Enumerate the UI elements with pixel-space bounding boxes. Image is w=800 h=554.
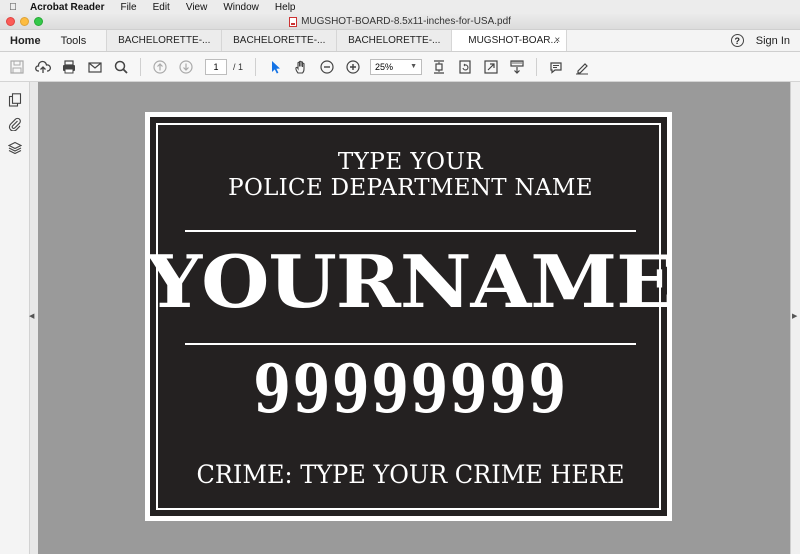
board-border-frame: TYPE YOUR POLICE DEPARTMENT NAME YOURNAM…	[146, 123, 676, 510]
pdf-file-icon	[289, 16, 298, 27]
tab-tools[interactable]: Tools	[51, 30, 107, 51]
hand-tool-icon[interactable]	[288, 56, 314, 78]
document-tab-3[interactable]: BACHELORETTE-...	[336, 30, 452, 51]
crime-text: CRIME: TYPE YOUR CRIME HERE	[196, 460, 625, 489]
zoom-out-icon[interactable]	[314, 56, 340, 78]
menu-view[interactable]: View	[178, 2, 216, 13]
fit-page-icon[interactable]	[426, 56, 452, 78]
toolbar: 1 / 1 25% ▼	[0, 52, 800, 82]
menu-file[interactable]: File	[112, 2, 144, 13]
divider-line	[185, 230, 636, 232]
attachments-icon[interactable]	[0, 112, 30, 136]
divider-line	[185, 343, 636, 345]
right-panel-rail: ▶	[790, 82, 800, 554]
tab-bar: Home Tools BACHELORETTE-... BACHELORETTE…	[0, 30, 800, 52]
rotate-page-icon[interactable]	[452, 56, 478, 78]
help-icon[interactable]: ?	[730, 34, 744, 47]
page-number-input[interactable]: 1	[205, 58, 227, 75]
window-title-bar: MUGSHOT-BOARD-8.5x11-inches-for-USA.pdf	[0, 14, 800, 30]
zoom-value: 25%	[375, 61, 394, 72]
comment-icon[interactable]	[543, 56, 569, 78]
close-window-button[interactable]	[6, 17, 15, 26]
search-icon[interactable]	[108, 56, 134, 78]
menu-app-name[interactable]: Acrobat Reader	[26, 2, 112, 13]
select-cursor-icon[interactable]	[262, 56, 288, 78]
layers-icon[interactable]	[0, 136, 30, 160]
sign-in-link[interactable]: Sign In	[756, 30, 800, 51]
department-line-1: TYPE YOUR	[337, 149, 484, 175]
previous-page-icon[interactable]	[147, 56, 173, 78]
collapse-left-panel-icon[interactable]: ◀	[29, 312, 34, 320]
upload-cloud-icon[interactable]	[30, 56, 56, 78]
toolbar-separator	[140, 57, 141, 76]
expand-right-panel-icon[interactable]: ▶	[792, 312, 797, 320]
department-line-2: POLICE DEPARTMENT NAME	[228, 175, 593, 201]
save-icon[interactable]	[4, 56, 30, 78]
next-page-icon[interactable]	[173, 56, 199, 78]
menu-edit[interactable]: Edit	[145, 2, 178, 13]
document-viewport[interactable]: TYPE YOUR POLICE DEPARTMENT NAME YOURNAM…	[38, 82, 790, 554]
page-thumbnails-icon[interactable]	[0, 88, 30, 112]
tab-bar-spacer	[566, 30, 731, 51]
zoom-in-icon[interactable]	[340, 56, 366, 78]
toolbar-separator	[255, 57, 257, 76]
menu-bar:  Acrobat Reader File Edit View Window H…	[0, 0, 800, 14]
highlight-pen-icon[interactable]	[569, 56, 595, 78]
left-navigation-rail: ◀	[0, 82, 34, 554]
apple-icon[interactable]: 	[0, 2, 26, 13]
chevron-down-icon: ▼	[410, 63, 418, 70]
close-tab-icon[interactable]: ×	[554, 35, 560, 46]
document-tab-1[interactable]: BACHELORETTE-...	[106, 30, 222, 51]
window-controls	[6, 17, 43, 26]
email-icon[interactable]	[82, 56, 108, 78]
full-screen-icon[interactable]	[478, 56, 504, 78]
document-tab-label: MUGSHOT-BOAR...	[468, 35, 559, 46]
page-total: / 1	[233, 61, 244, 72]
tab-home[interactable]: Home	[0, 30, 51, 51]
maximize-window-button[interactable]	[34, 17, 43, 26]
menu-help[interactable]: Help	[267, 2, 304, 13]
print-icon[interactable]	[56, 56, 82, 78]
name-text: YOURNAME	[146, 239, 676, 324]
window-title: MUGSHOT-BOARD-8.5x11-inches-for-USA.pdf	[301, 16, 511, 27]
scroll-mode-icon[interactable]	[504, 56, 530, 78]
document-tab-2[interactable]: BACHELORETTE-...	[221, 30, 337, 51]
toolbar-separator	[536, 57, 538, 76]
document-tab-active[interactable]: MUGSHOT-BOAR... ×	[451, 30, 567, 51]
pdf-page: TYPE YOUR POLICE DEPARTMENT NAME YOURNAM…	[145, 112, 676, 521]
zoom-select[interactable]: 25% ▼	[370, 58, 423, 75]
minimize-window-button[interactable]	[20, 17, 29, 26]
mugshot-board: TYPE YOUR POLICE DEPARTMENT NAME YOURNAM…	[146, 117, 676, 516]
menu-window[interactable]: Window	[215, 2, 267, 13]
booking-number-text: 99999999	[253, 350, 568, 428]
